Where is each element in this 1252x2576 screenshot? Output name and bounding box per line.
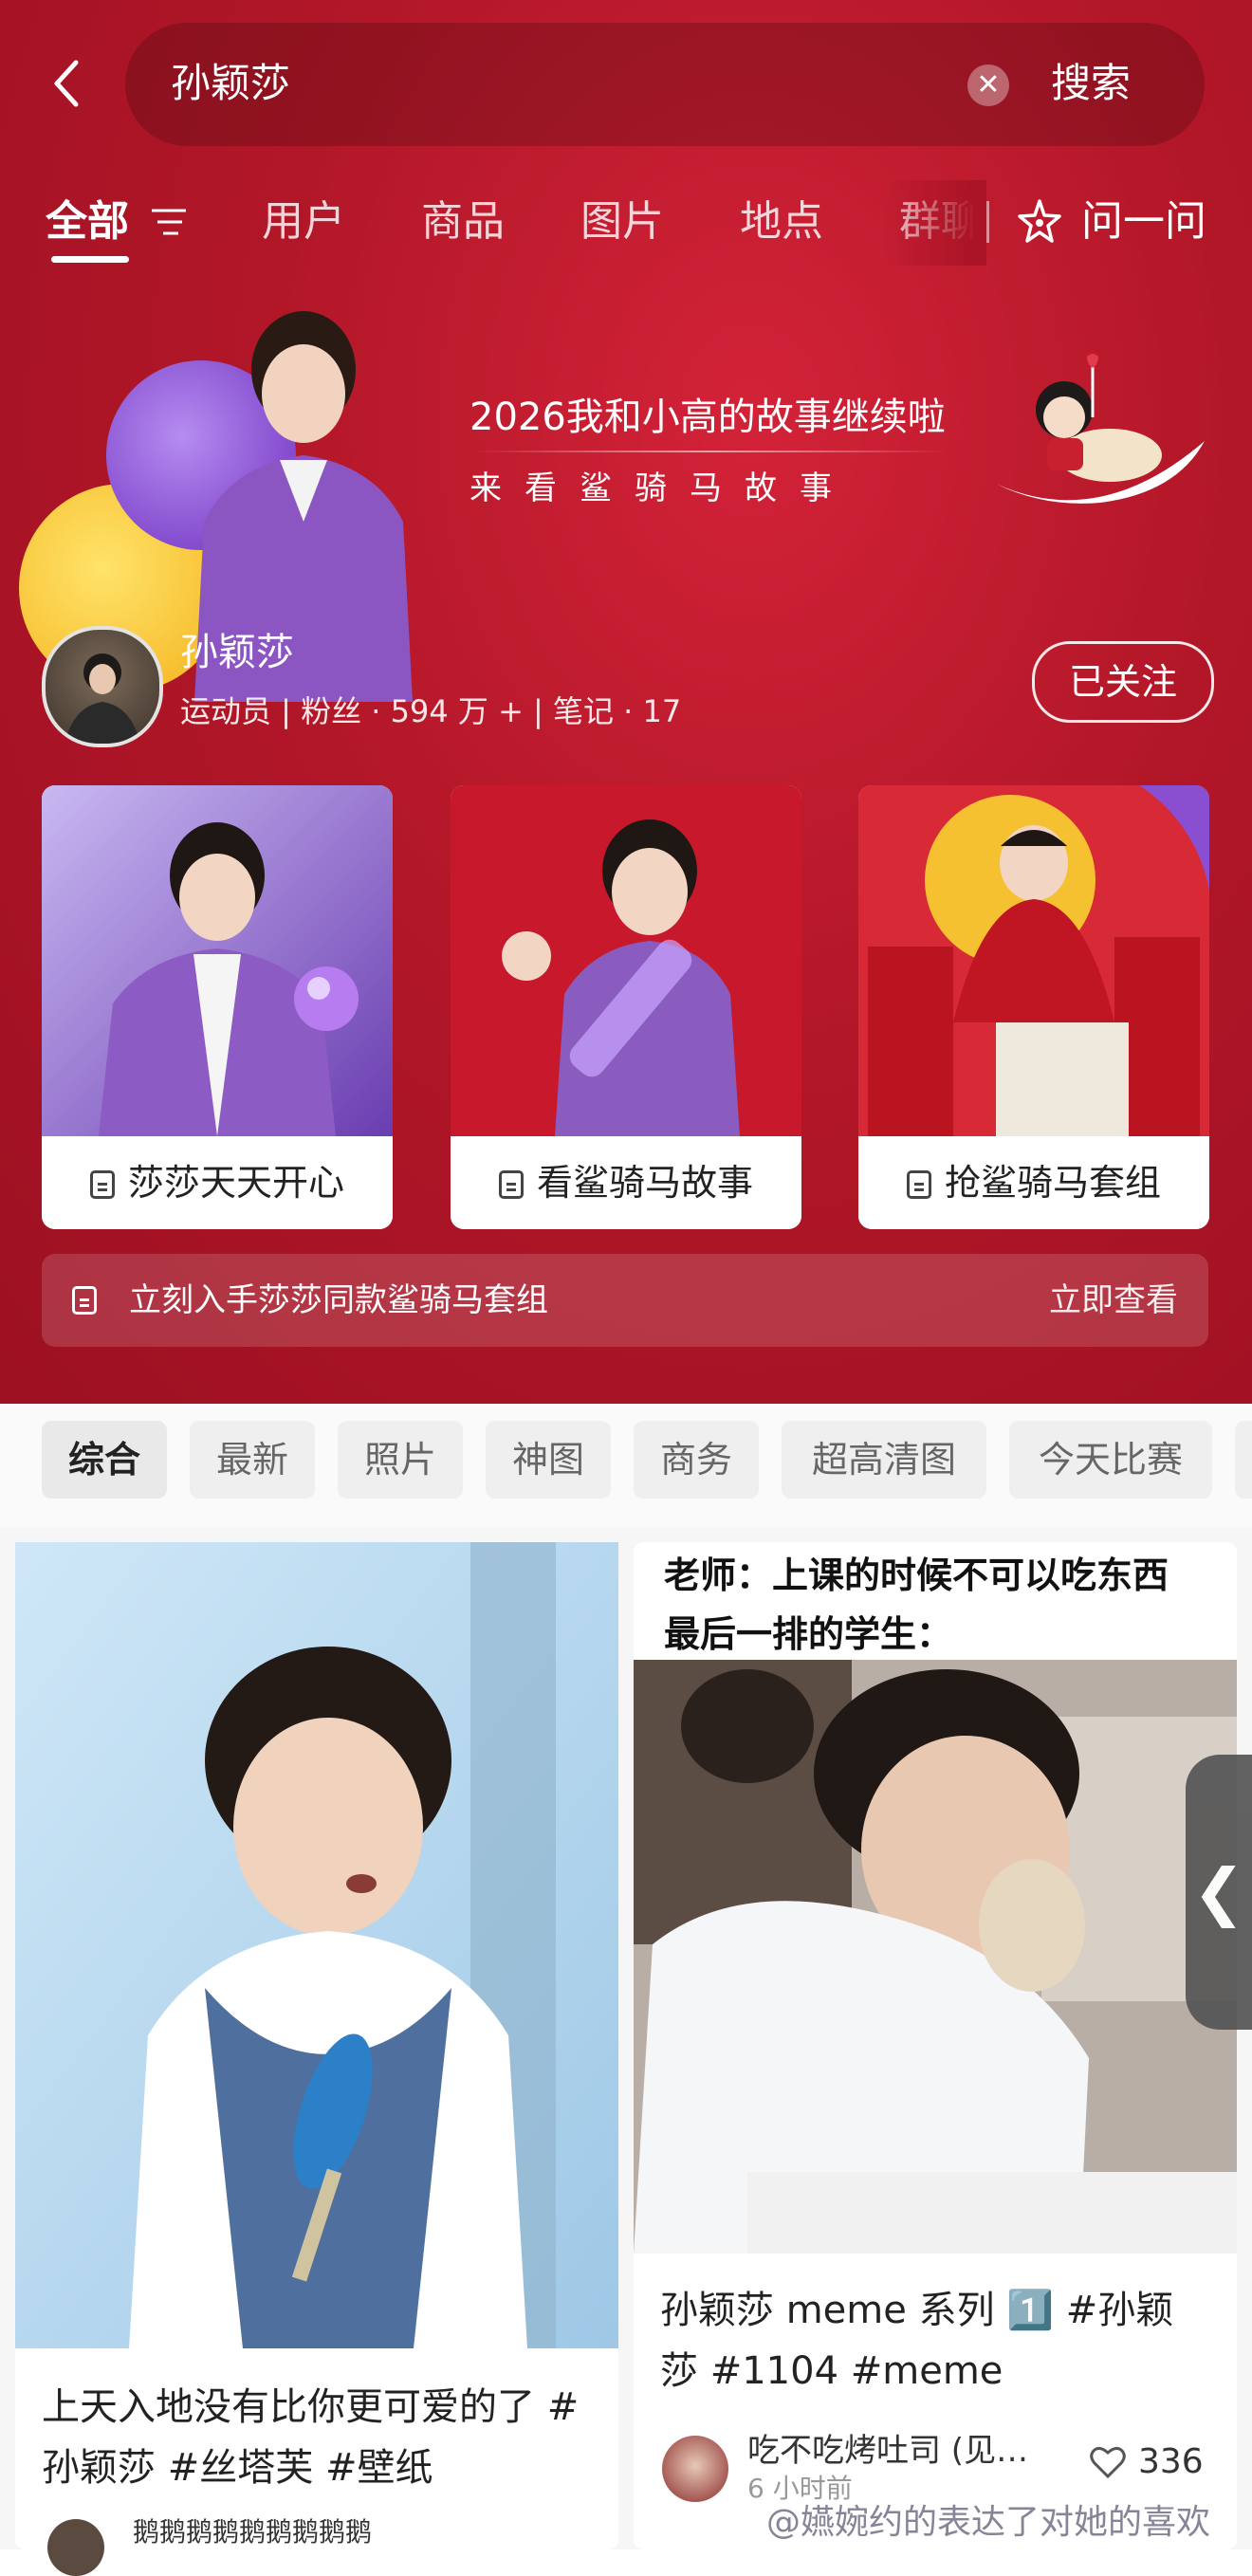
chip-comprehensive[interactable]: 综合 (42, 1421, 167, 1499)
card-label: 莎莎天天开心 (42, 1136, 393, 1229)
profile-meta: 运动员 | 粉丝 · 594 万 + | 笔记 · 17 (180, 693, 682, 729)
card-image (858, 785, 1209, 1136)
note-title[interactable]: 上天入地没有比你更可爱的了 #孙颖莎 #丝塔芙 #壁纸 (42, 2377, 601, 2498)
profile-name[interactable]: 孙颖莎 (180, 626, 294, 679)
promo-card-3[interactable]: 抢鲨骑马套组 (858, 785, 1209, 1229)
chip-photos[interactable]: 照片 (338, 1421, 463, 1499)
heart-icon[interactable] (1089, 2445, 1127, 2479)
note-icon (498, 1170, 524, 1199)
filter-icon[interactable] (150, 203, 188, 241)
note-title[interactable]: 孙颖莎 meme 系列 1️⃣ #孙颖莎 #1104 #meme (660, 2280, 1210, 2401)
meme-caption: 最后一排的学生： (664, 1613, 953, 1655)
sparkle-icon[interactable] (1015, 197, 1064, 247)
chip-more[interactable] (1235, 1421, 1252, 1499)
ask-button[interactable]: 问一问 (1081, 193, 1206, 250)
promo-link[interactable]: 立即查看 (1049, 1277, 1178, 1324)
author-avatar[interactable] (47, 2519, 104, 2576)
banner-subline: 来看鲨骑马故事 (470, 469, 855, 507)
tab-places[interactable]: 地点 (740, 193, 823, 250)
search-button[interactable]: 搜索 (1051, 55, 1131, 112)
note-image[interactable] (15, 1542, 618, 2348)
card-image (42, 785, 393, 1136)
search-input[interactable]: 孙颖莎 (171, 55, 290, 112)
author-name[interactable]: 吃不吃烤吐司 (见… (747, 2430, 1028, 2472)
author-avatar[interactable] (662, 2436, 728, 2502)
chip-great-pics[interactable]: 神图 (486, 1421, 611, 1499)
banner-headline: 2026我和小高的故事继续啦 (470, 396, 946, 439)
chip-today-match[interactable]: 今天比赛 (1009, 1421, 1212, 1499)
clear-icon[interactable]: ✕ (967, 64, 1009, 106)
promo-card-2[interactable]: 看鲨骑马故事 (451, 785, 801, 1229)
avatar[interactable] (42, 626, 163, 747)
banner-divider (474, 451, 948, 452)
chip-latest[interactable]: 最新 (190, 1421, 315, 1499)
like-count: 336 (1138, 2442, 1204, 2481)
back-chevron-icon[interactable] (46, 55, 89, 112)
tab-fade (882, 180, 986, 266)
tab-images[interactable]: 图片 (580, 193, 664, 250)
side-panel-handle[interactable]: ❮ (1186, 1755, 1252, 2030)
follow-button[interactable]: 已关注 (1032, 641, 1214, 723)
note-icon (72, 1286, 110, 1315)
chip-business[interactable]: 商务 (634, 1421, 759, 1499)
horse-mascot-icon (986, 351, 1214, 522)
author-name[interactable]: 鹅鹅鹅鹅鹅鹅鹅鹅鹅 (133, 2515, 372, 2549)
active-tab-indicator (51, 256, 129, 263)
chip-hd[interactable]: 超高清图 (782, 1421, 986, 1499)
tab-users[interactable]: 用户 (262, 193, 345, 250)
promo-text: 立刻入手莎莎同款鲨骑马套组 (129, 1281, 548, 1319)
note-icon (906, 1170, 931, 1199)
note-image[interactable] (634, 1660, 1237, 2254)
card-image (451, 785, 801, 1136)
tab-all[interactable]: 全部 (46, 193, 129, 250)
tab-products[interactable]: 商品 (421, 193, 505, 250)
promo-card-1[interactable]: 莎莎天天开心 (42, 785, 393, 1229)
card-label: 抢鲨骑马套组 (858, 1136, 1209, 1229)
meme-caption: 老师：上课的时候不可以吃东西 (664, 1555, 1169, 1596)
card-label: 看鲨骑马故事 (451, 1136, 801, 1229)
watermark-text: @嬿婉约的表达了对她的喜欢 (766, 2503, 1211, 2542)
divider (986, 201, 989, 243)
note-icon (89, 1170, 115, 1199)
